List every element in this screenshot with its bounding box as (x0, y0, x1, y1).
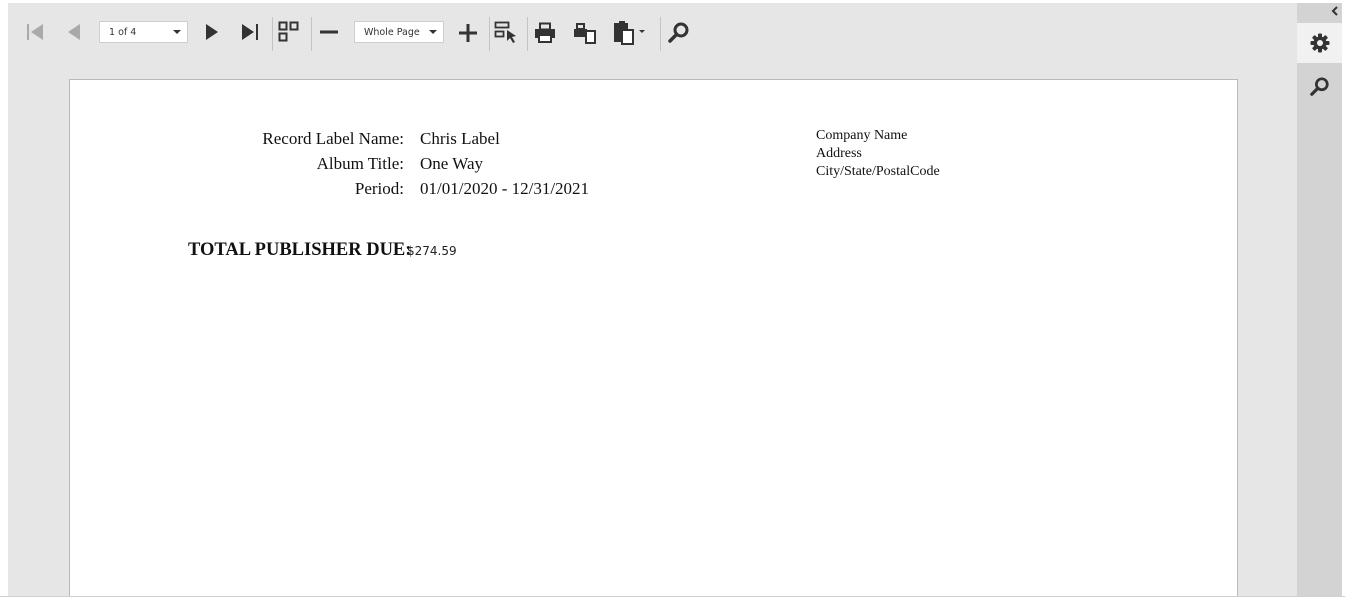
search-icon (1309, 77, 1329, 96)
side-tab-parameters[interactable] (1297, 23, 1342, 63)
first-page-icon (27, 24, 43, 40)
period-value: 01/01/2020 - 12/31/2021 (420, 179, 590, 198)
album-title-value: One Way (420, 154, 483, 173)
minus-icon (320, 30, 338, 34)
gear-icon (1310, 33, 1329, 53)
side-tab-search[interactable] (1297, 67, 1342, 107)
search-icon (668, 22, 689, 43)
total-publisher-due-value: $274.59 (407, 244, 457, 258)
print-page-icon (574, 23, 596, 44)
select-fields-icon (494, 21, 516, 43)
collapse-panel-button[interactable] (1328, 4, 1342, 18)
company-address: Address (816, 146, 862, 161)
print-button[interactable] (533, 21, 557, 45)
bottom-border (0, 596, 1345, 597)
toolbar-separator (660, 17, 661, 51)
next-page-icon (206, 24, 218, 40)
export-button[interactable] (611, 20, 649, 46)
previous-page-button[interactable] (62, 21, 86, 43)
record-label-name-label: Record Label Name: (262, 129, 404, 148)
previous-page-icon (68, 24, 80, 40)
page-selector[interactable]: 1 of 4 (99, 21, 188, 43)
page-selector-value: 1 of 4 (109, 26, 137, 38)
toolbar-separator (272, 17, 273, 51)
search-button[interactable] (667, 21, 691, 45)
zoom-selector[interactable]: Whole Page (354, 21, 444, 43)
last-page-button[interactable] (238, 21, 262, 43)
report-page: Record Label Name: Chris Label Album Tit… (69, 79, 1238, 596)
chevron-left-icon (1331, 6, 1338, 16)
chevron-down-icon (429, 30, 437, 34)
chevron-down-icon (173, 30, 181, 34)
total-publisher-due-label: TOTAL PUBLISHER DUE: (188, 240, 412, 260)
toolbar-separator (311, 17, 312, 51)
highlight-editing-fields-button[interactable] (493, 20, 519, 44)
company-name: Company Name (816, 128, 908, 143)
next-page-button[interactable] (200, 21, 224, 43)
side-panel (1297, 3, 1342, 596)
plus-icon (459, 24, 477, 42)
report-viewer: 1 of 4 Whole Page Record Label Name: Chr… (8, 3, 1297, 596)
last-page-icon (242, 24, 258, 40)
zoom-out-button[interactable] (317, 21, 341, 43)
company-city-state-postal: City/State/PostalCode (816, 164, 940, 179)
print-icon (535, 22, 555, 43)
first-page-button[interactable] (23, 21, 47, 43)
print-page-button[interactable] (572, 21, 598, 45)
multi-page-view-button[interactable] (277, 20, 301, 44)
export-icon (614, 21, 645, 45)
zoom-in-button[interactable] (456, 21, 480, 45)
toolbar-separator (527, 17, 528, 51)
period-label: Period: (354, 179, 404, 198)
toolbar-separator (489, 17, 490, 51)
album-title-label: Album Title: (316, 154, 404, 173)
zoom-selector-value: Whole Page (364, 26, 420, 38)
record-label-name-value: Chris Label (420, 129, 500, 148)
multi-page-icon (278, 21, 299, 42)
